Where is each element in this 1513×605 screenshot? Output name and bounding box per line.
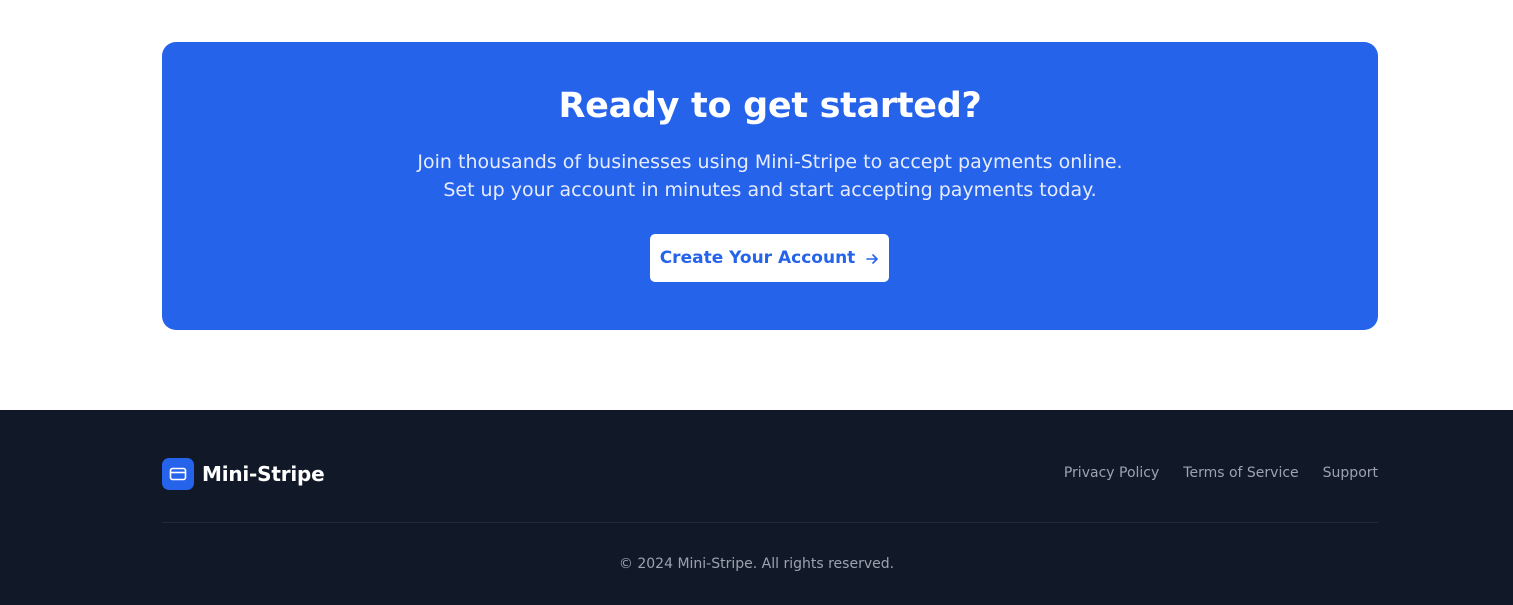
cta-title: Ready to get started? (558, 86, 982, 126)
brand-name: Mini-Stripe (202, 462, 325, 486)
footer: Mini-Stripe Privacy Policy Terms of Serv… (0, 410, 1513, 605)
footer-brand[interactable]: Mini-Stripe (162, 458, 325, 490)
cta-subtitle: Join thousands of businesses using Mini-… (162, 148, 1378, 204)
credit-card-icon (162, 458, 194, 490)
cta-subtitle-line-1: Join thousands of businesses using Mini-… (417, 151, 1123, 173)
copyright-text: © 2024 Mini-Stripe. All rights reserved. (618, 556, 895, 572)
cta-subtitle-line-2: Set up your account in minutes and start… (443, 179, 1097, 201)
create-account-button[interactable]: Create Your Account (650, 234, 889, 282)
privacy-policy-link[interactable]: Privacy Policy (1064, 465, 1159, 481)
support-link[interactable]: Support (1323, 465, 1378, 481)
footer-links: Privacy Policy Terms of Service Support (1064, 465, 1378, 481)
cta-section: Ready to get started? Join thousands of … (162, 42, 1378, 330)
footer-divider (162, 522, 1378, 523)
create-account-button-label: Create Your Account (659, 248, 856, 268)
terms-of-service-link[interactable]: Terms of Service (1183, 465, 1298, 481)
arrow-right-icon (865, 251, 879, 265)
page: Ready to get started? Join thousands of … (0, 0, 1513, 605)
